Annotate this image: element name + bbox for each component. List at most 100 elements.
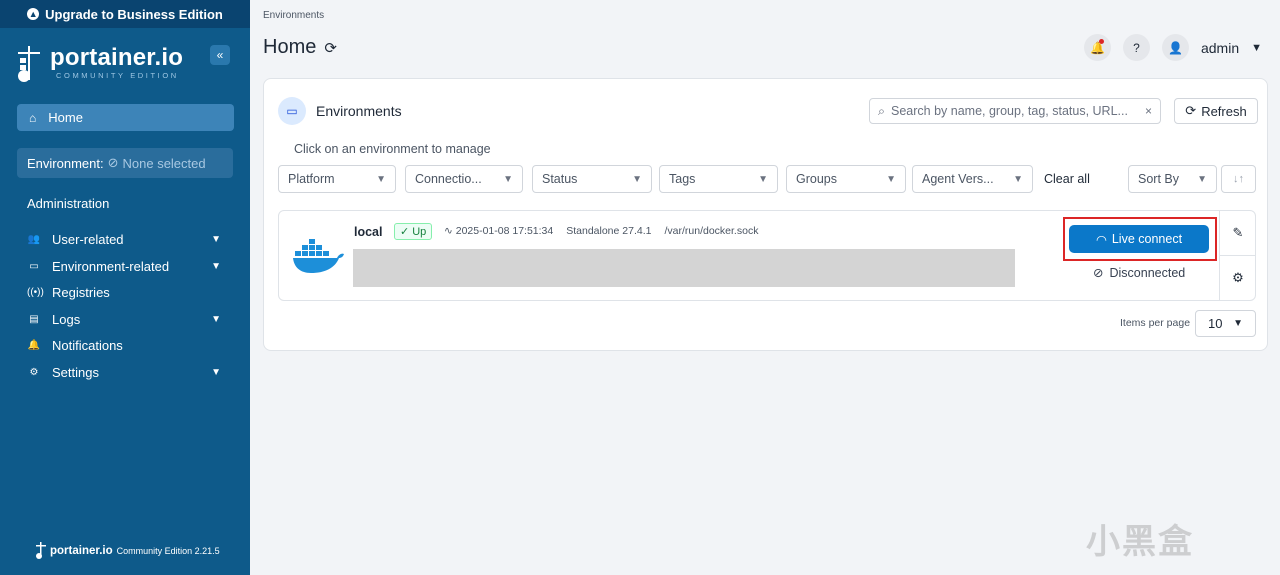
chevron-down-icon: ▼ [632,173,642,185]
hdd-icon: ▭ [29,260,39,272]
refresh-button[interactable]: ⟳ Refresh [1174,98,1258,124]
user-name[interactable]: admin [1201,40,1239,56]
sidebar-item-label: User-related [52,231,124,247]
filter-connection[interactable]: Connectio... ▼ [405,165,523,193]
sidebar-item-label: Home [48,110,83,125]
activity-icon: ∿ [444,225,453,237]
upgrade-banner[interactable]: ▲ Upgrade to Business Edition [0,0,250,28]
sidebar-item-label: Environment-related [52,258,170,274]
environments-card: ▭ Environments ⌕ Search by name, group, … [263,78,1268,351]
chevron-down-icon: ▼ [376,173,386,185]
sidebar-item-label: Settings [52,364,99,380]
sidebar-item-registries[interactable]: ((•)) Registries [27,282,227,302]
items-per-page-label: Items per page [1120,317,1191,329]
portainer-logo[interactable]: portainer.io COMMUNITY EDITION [16,44,236,88]
prohibited-icon: ⊘ [107,155,119,170]
environment-item[interactable]: local ✓ Up ∿ 2025-01-08 17:51:34 Standal… [278,210,1256,301]
live-connect-label: Live connect [1111,232,1183,246]
chevron-down-icon: ▼ [503,173,513,185]
breadcrumb[interactable]: Environments [263,10,324,21]
upgrade-label: Upgrade to Business Edition [45,6,223,22]
search-placeholder: Search by name, group, tag, status, URL.… [891,104,1128,118]
crane-icon [18,46,40,82]
sidebar-item-label: Notifications [52,337,123,353]
user-icon: 👤 [1167,40,1183,55]
items-per-page-value: 10 [1208,316,1223,331]
filter-tags[interactable]: Tags ▼ [659,165,778,193]
live-connect-button[interactable]: ◠ Live connect [1069,225,1209,253]
sidebar-item-notifications[interactable]: 🔔 Notifications [27,335,227,355]
environment-value: None selected [122,155,206,171]
search-icon: ⌕ [878,103,886,118]
chevron-down-icon: ▼ [211,313,221,325]
sidebar-item-settings[interactable]: ⚙ Settings ▼ [27,362,227,382]
heartbeat-meta: ∿ 2025-01-08 17:51:34 [444,225,553,237]
connection-status-text: Disconnected [1109,265,1186,280]
sidebar-item-user-related[interactable]: 👥 User-related ▼ [27,229,227,249]
status-text: Up [412,225,427,238]
bell-icon: 🔔 [27,339,41,351]
filter-agent-version[interactable]: Agent Vers... ▼ [912,165,1033,193]
collapse-sidebar-button[interactable]: « [210,45,230,65]
clear-all-button[interactable]: Clear all [1044,172,1090,186]
row-actions: ✎ ⚙ [1219,211,1256,300]
filter-groups[interactable]: Groups ▼ [786,165,906,193]
items-per-page-select[interactable]: 10 ▼ [1195,310,1256,337]
notifications-button[interactable]: 🔔 [1083,34,1111,61]
sidebar-item-logs[interactable]: ▤ Logs ▼ [27,309,227,329]
edit-button[interactable]: ✎ [1220,211,1256,255]
sort-direction-button[interactable]: ↓↑ [1221,165,1256,193]
environment-label: Environment: [27,155,104,171]
pencil-icon: ✎ [1232,225,1244,240]
chevron-down-icon: ▼ [1197,173,1207,185]
environment-type: Standalone 27.4.1 [566,225,652,237]
chevron-down-icon: ▼ [211,260,221,272]
docker-icon [293,239,344,273]
wifi-off-icon: ⊘ [1093,266,1104,280]
radio-icon: ((•)) [27,286,44,298]
administration-heading: Administration [27,196,110,211]
environment-name: local [354,225,383,239]
users-icon: 👥 [27,233,41,245]
environment-selector[interactable]: Environment: ⊘ None selected [17,148,233,178]
filter-label: Agent Vers... [922,172,994,186]
refresh-icon: ⟳ [1185,103,1197,118]
search-input[interactable]: ⌕ Search by name, group, tag, status, UR… [869,98,1161,124]
chevron-down-icon: ▼ [1233,318,1243,329]
redacted-region [353,249,1015,287]
close-icon[interactable]: × [1145,104,1152,118]
help-button[interactable]: ? [1122,34,1150,61]
filter-platform[interactable]: Platform ▼ [278,165,396,193]
user-avatar[interactable]: 👤 [1161,34,1189,61]
chevron-down-icon: ▼ [211,233,221,245]
watermark: 小黑盒 [1086,523,1194,561]
refresh-label: Refresh [1201,103,1247,119]
card-title: ▭ Environments [278,97,402,125]
gear-icon: ⚙ [29,366,39,378]
filter-status[interactable]: Status ▼ [532,165,652,193]
header-actions: 🔔 ? 👤 admin ▼ [1083,34,1262,61]
sidebar-item-environment-related[interactable]: ▭ Environment-related ▼ [27,256,227,276]
sidebar-item-label: Registries [52,284,110,300]
filter-label: Connectio... [415,172,482,186]
filter-label: Tags [669,172,696,186]
help-circle-icon: ? [1133,40,1140,55]
crane-icon [36,542,46,559]
environment-url: /var/run/docker.sock [664,225,759,237]
refresh-icon[interactable]: ⟳ [324,39,337,57]
sidebar-item-label: Logs [52,311,81,327]
environment-timestamp: 2025-01-08 17:51:34 [455,225,554,237]
footer-edition: Community Edition 2.21.5 [116,546,220,556]
filter-label: Groups [796,172,837,186]
filter-label: Platform [288,172,335,186]
sidebar-item-home[interactable]: ⌂ Home [17,104,234,131]
filter-label: Status [542,172,578,186]
status-badge: ✓ Up [394,223,433,240]
manage-hint: Click on an environment to manage [294,142,491,156]
file-icon: ▤ [29,313,39,325]
card-title-text: Environments [316,103,402,119]
settings-button[interactable]: ⚙ [1220,255,1256,299]
sort-by-select[interactable]: Sort By ▼ [1128,165,1217,193]
chevron-down-icon[interactable]: ▼ [1251,42,1262,54]
chevron-down-icon: ▼ [886,173,896,185]
